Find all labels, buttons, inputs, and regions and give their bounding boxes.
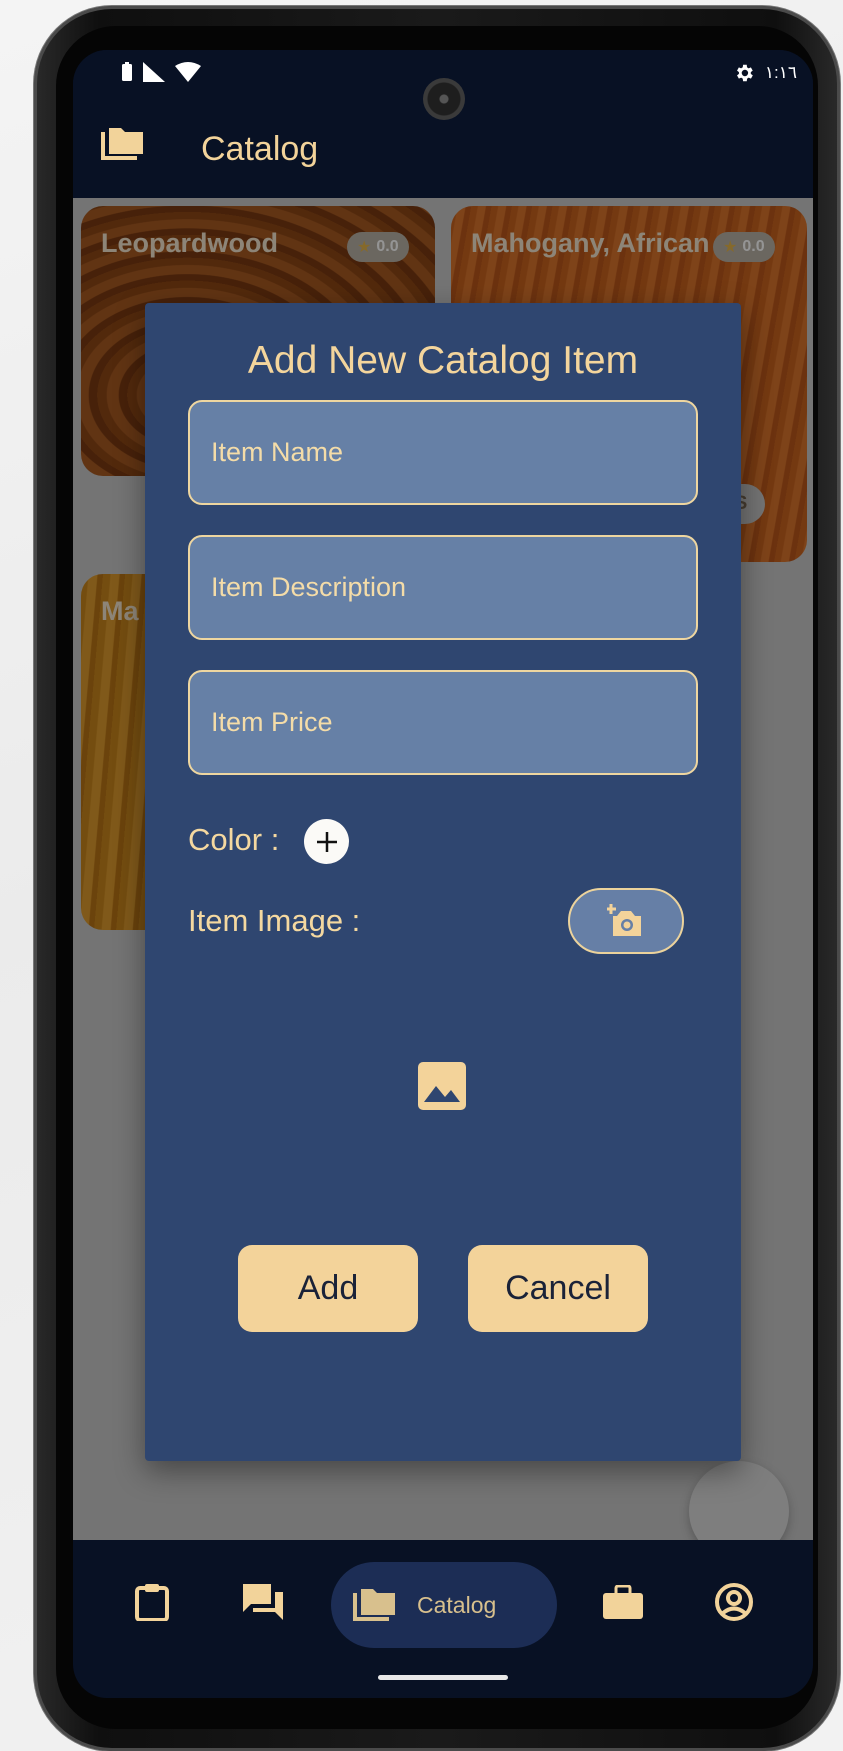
nav-tasks[interactable]	[132, 1582, 172, 1622]
nav-profile[interactable]	[714, 1582, 754, 1622]
add-color-button[interactable]	[304, 819, 349, 864]
status-icons-left	[121, 62, 201, 82]
page-title: Catalog	[201, 130, 319, 168]
battery-icon	[122, 62, 132, 81]
settings-icon	[736, 64, 753, 82]
image-icon	[418, 1062, 466, 1110]
status-icons-right: ١:١٦	[733, 62, 797, 84]
nav-jobs[interactable]	[603, 1582, 643, 1622]
folder-icon	[353, 1589, 395, 1621]
front-camera	[423, 78, 465, 120]
folder-icon	[101, 128, 143, 160]
plus-icon	[316, 831, 337, 852]
item-name-input[interactable]	[188, 400, 698, 505]
item-image-label: Item Image :	[188, 903, 361, 938]
nav-catalog-label: Catalog	[417, 1591, 497, 1618]
nav-catalog[interactable]: Catalog	[331, 1562, 557, 1648]
item-description-input[interactable]	[188, 535, 698, 640]
clipboard-icon	[135, 1584, 169, 1621]
signal-icon	[143, 62, 165, 82]
color-label: Color :	[188, 822, 280, 857]
wifi-icon	[175, 62, 201, 82]
item-price-input[interactable]	[188, 670, 698, 775]
bottom-navigation: Catalog	[73, 1540, 813, 1666]
briefcase-icon	[603, 1585, 643, 1619]
home-indicator[interactable]	[378, 1675, 508, 1680]
add-photo-button[interactable]	[568, 888, 684, 954]
chat-icon	[243, 1584, 283, 1620]
add-camera-icon	[607, 904, 641, 936]
image-placeholder	[418, 1062, 466, 1115]
cancel-button[interactable]: Cancel	[468, 1245, 648, 1332]
add-button[interactable]: Add	[238, 1245, 418, 1332]
add-item-dialog: Add New Catalog Item Color : Item Image …	[145, 303, 741, 1461]
nav-chat[interactable]	[243, 1582, 283, 1622]
dialog-title: Add New Catalog Item	[247, 339, 639, 382]
status-time: ١:١٦	[764, 63, 797, 82]
account-circle-icon	[715, 1583, 753, 1621]
